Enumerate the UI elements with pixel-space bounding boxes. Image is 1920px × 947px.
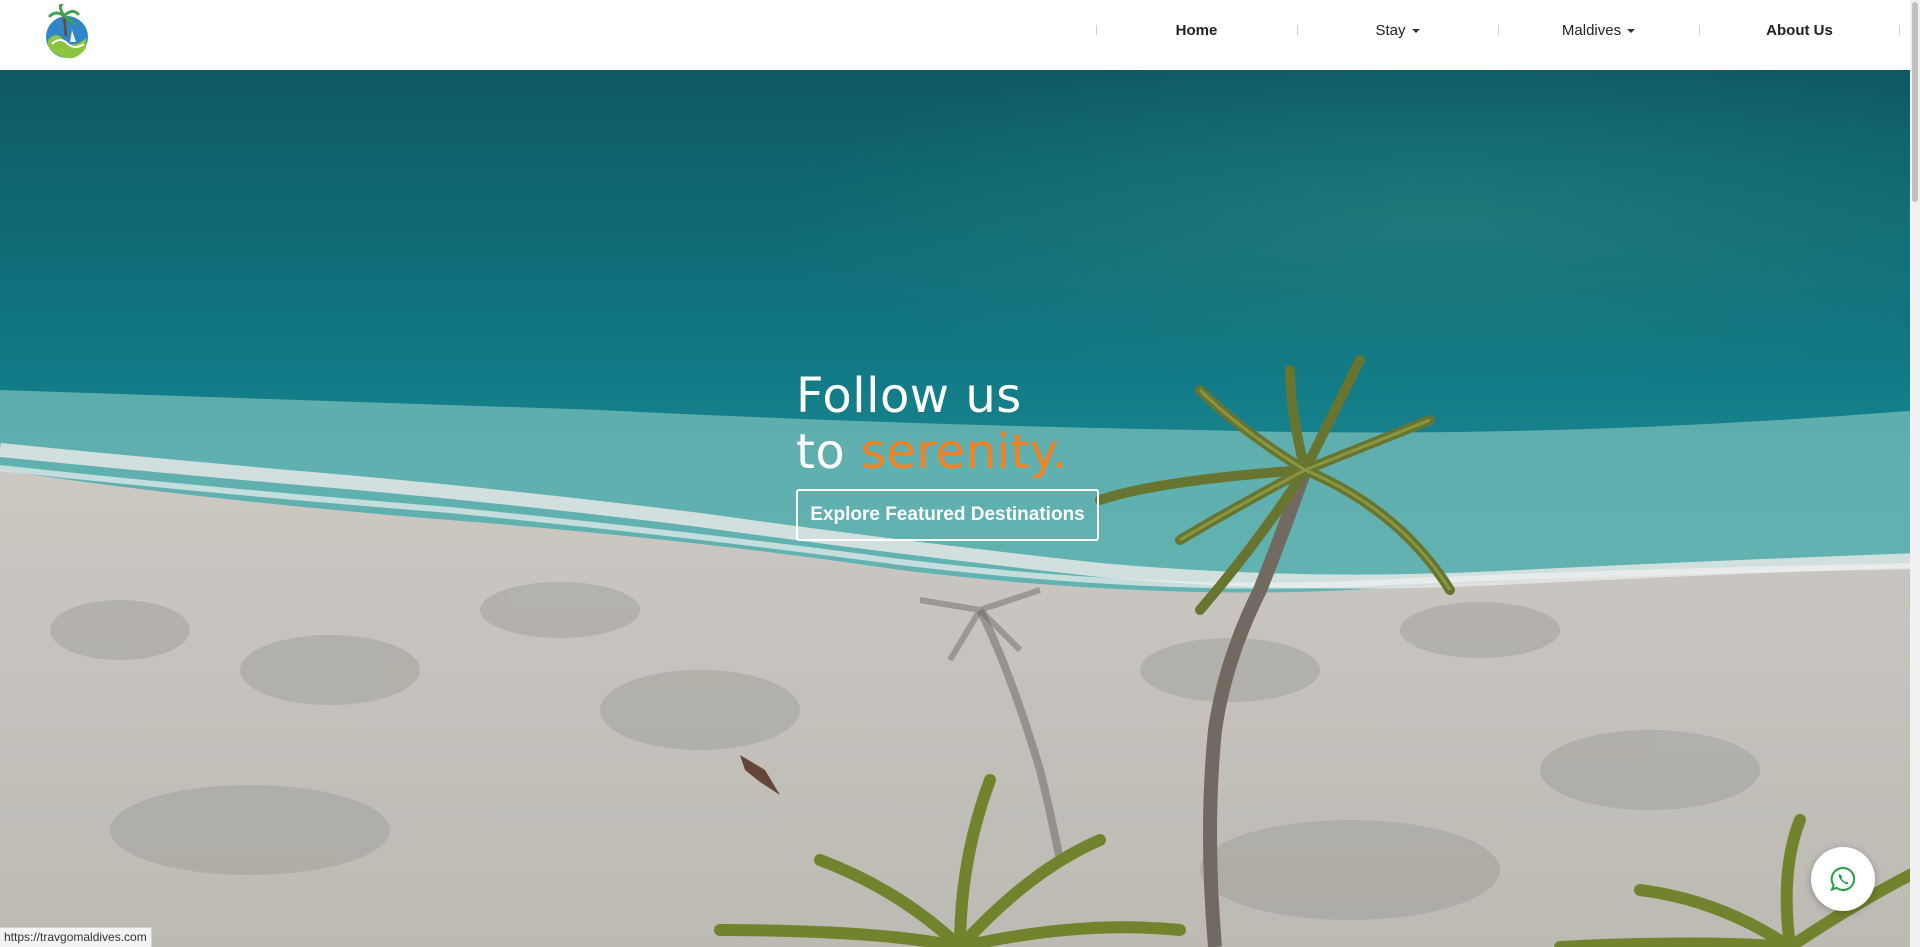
explore-destinations-button[interactable]: Explore Featured Destinations xyxy=(796,489,1099,541)
nav-stay[interactable]: Stay xyxy=(1297,0,1498,60)
nav-about-us[interactable]: About Us xyxy=(1699,0,1900,60)
whatsapp-icon xyxy=(1830,866,1856,892)
hero-line-2-accent: serenity. xyxy=(860,424,1068,480)
nav-maldives-label: Maldives xyxy=(1561,21,1622,39)
hero-line-2-prefix: to xyxy=(796,424,846,480)
explore-destinations-label: Explore Featured Destinations xyxy=(810,504,1085,525)
nav-home[interactable]: Home xyxy=(1096,0,1297,60)
whatsapp-button[interactable] xyxy=(1811,847,1875,911)
hero-line-1: Follow us xyxy=(796,368,1022,424)
site-logo[interactable] xyxy=(42,2,92,60)
chevron-down-icon xyxy=(1411,29,1420,33)
nav-maldives[interactable]: Maldives xyxy=(1498,0,1699,60)
status-bar-url: https://travgomaldives.com xyxy=(0,927,152,947)
site-header: Home Stay Maldives About Us xyxy=(0,0,1920,70)
scrollbar-thumb[interactable] xyxy=(1912,2,1918,202)
hero-headline: Follow us to serenity. xyxy=(796,368,1068,480)
hero-line-2: to serenity. xyxy=(796,424,1068,480)
main-nav: Home Stay Maldives About Us xyxy=(1096,0,1900,60)
nav-about-us-label: About Us xyxy=(1766,21,1833,39)
hero-section: Follow us to serenity. Explore Featured … xyxy=(0,70,1920,947)
nav-stay-label: Stay xyxy=(1375,21,1406,39)
travgo-palm-wave-logo-icon xyxy=(46,2,88,59)
chevron-down-icon xyxy=(1627,29,1636,33)
nav-home-label: Home xyxy=(1175,21,1218,39)
scrollbar[interactable] xyxy=(1910,0,1920,947)
